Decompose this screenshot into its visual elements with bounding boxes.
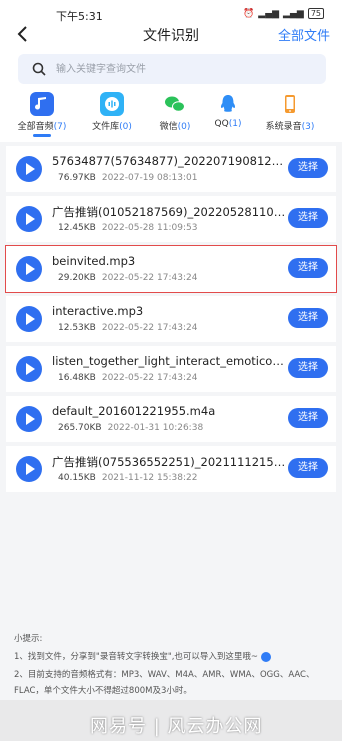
watermark: 网易号 | 风云办公网 xyxy=(90,716,263,737)
status-icons: ⏰ ▂▄▆ ▂▄▆ 75 xyxy=(243,8,324,19)
status-bar: 下午5:31 ⏰ ▂▄▆ ▂▄▆ 75 xyxy=(0,0,342,23)
active-tab-indicator xyxy=(33,134,51,137)
select-button[interactable]: 选择 xyxy=(288,208,328,228)
signal-icon-2: ▂▄▆ xyxy=(283,8,304,19)
list-item[interactable]: 57634877(57634877)_20220719081241.mp3 76… xyxy=(6,146,336,192)
signal-icon: ▂▄▆ xyxy=(258,8,280,19)
search-input[interactable] xyxy=(56,54,316,84)
select-button[interactable]: 选择 xyxy=(288,458,328,478)
list-item[interactable]: interactive.mp3 12.53KB 2022-05-22 17:43:… xyxy=(6,296,336,342)
file-name: interactive.mp3 xyxy=(52,304,144,318)
file-meta: 265.70KB 2022-01-31 10:26:38 xyxy=(58,423,204,433)
tips-line-1: 1、找到文件，分享到"录音转文字转换宝",也可以导入到这里哦~ xyxy=(14,650,271,662)
tab-label: 全部音频(7) xyxy=(17,122,67,132)
tips-line-3: FLAC，单个文件大小不得超过800M及3小时。 xyxy=(14,686,192,696)
file-meta: 16.48KB 2022-05-22 17:43:24 xyxy=(58,373,198,383)
nav-bar: 文件识别 全部文件 xyxy=(0,22,342,46)
play-icon[interactable] xyxy=(16,156,42,182)
music-note-icon xyxy=(30,92,54,116)
select-button[interactable]: 选择 xyxy=(288,158,328,178)
category-tabs: 全部音频(7) 文件库(0) 微信(0) QQ(1) 系统录音(3) xyxy=(0,92,342,137)
list-item[interactable]: 广告推销(075536552251)_2021111215375... 40.1… xyxy=(6,446,336,492)
tab-all-audio[interactable]: 全部音频(7) xyxy=(12,92,72,137)
select-button[interactable]: 选择 xyxy=(288,258,328,278)
tab-wechat[interactable]: 微信(0) xyxy=(145,92,205,136)
list-item-highlighted[interactable]: beinvited.mp3 29.20KB 2022-05-22 17:43:24… xyxy=(5,245,337,293)
tab-qq[interactable]: QQ(1) xyxy=(198,92,258,136)
file-name: 广告推销(01052187569)_20220528110947... xyxy=(52,205,288,219)
file-name: default_201601221955.m4a xyxy=(52,404,216,418)
file-meta: 29.20KB 2022-05-22 17:43:24 xyxy=(58,273,198,283)
file-name: listen_together_light_interact_emoticon_… xyxy=(52,354,288,368)
battery-icon: 75 xyxy=(307,8,324,19)
tips-title: 小提示: xyxy=(14,634,43,644)
play-icon[interactable] xyxy=(16,306,42,332)
alarm-icon: ⏰ xyxy=(243,8,255,19)
bottom-bar: 网易号 | 风云办公网 xyxy=(0,700,342,741)
file-name: 广告推销(075536552251)_2021111215375... xyxy=(52,455,288,469)
list-item[interactable]: 广告推销(01052187569)_20220528110947... 12.4… xyxy=(6,196,336,242)
file-name: beinvited.mp3 xyxy=(52,254,136,268)
play-icon[interactable] xyxy=(16,406,42,432)
play-icon[interactable] xyxy=(16,356,42,382)
search-bar[interactable] xyxy=(18,54,326,84)
list-item[interactable]: default_201601221955.m4a 265.70KB 2022-01… xyxy=(6,396,336,442)
audio-library-icon xyxy=(100,92,124,116)
file-meta: 76.97KB 2022-07-19 08:13:01 xyxy=(58,173,198,183)
play-icon[interactable] xyxy=(16,206,42,232)
tab-label: 系统录音(3) xyxy=(265,122,315,132)
file-meta: 40.15KB 2021-11-12 15:38:22 xyxy=(58,473,198,483)
select-button[interactable]: 选择 xyxy=(288,358,328,378)
play-icon[interactable] xyxy=(16,456,42,482)
search-icon xyxy=(32,62,46,76)
tab-file-library[interactable]: 文件库(0) xyxy=(82,92,142,136)
tips-section: 小提示: 1、找到文件，分享到"录音转文字转换宝",也可以导入到这里哦~ 2、目… xyxy=(0,620,342,700)
list-item[interactable]: listen_together_light_interact_emoticon_… xyxy=(6,346,336,392)
phone-recording-icon xyxy=(278,92,302,116)
qq-icon xyxy=(216,92,240,116)
wechat-icon xyxy=(163,92,187,116)
tab-system-recording[interactable]: 系统录音(3) xyxy=(260,92,320,136)
info-icon[interactable] xyxy=(260,651,271,662)
file-meta: 12.45KB 2022-05-28 11:09:53 xyxy=(58,223,198,233)
play-icon[interactable] xyxy=(16,256,42,282)
all-files-link[interactable]: 全部文件 xyxy=(278,25,330,44)
select-button[interactable]: 选择 xyxy=(288,308,328,328)
tips-line-2: 2、目前支持的音频格式有：MP3、WAV、M4A、AMR、WMA、OGG、AAC… xyxy=(14,670,315,680)
select-button[interactable]: 选择 xyxy=(288,408,328,428)
file-name: 57634877(57634877)_20220719081241.mp3 xyxy=(52,154,288,168)
file-meta: 12.53KB 2022-05-22 17:43:24 xyxy=(58,323,198,333)
header-area: 下午5:31 ⏰ ▂▄▆ ▂▄▆ 75 文件识别 全部文件 全部音频(7) xyxy=(0,0,342,142)
